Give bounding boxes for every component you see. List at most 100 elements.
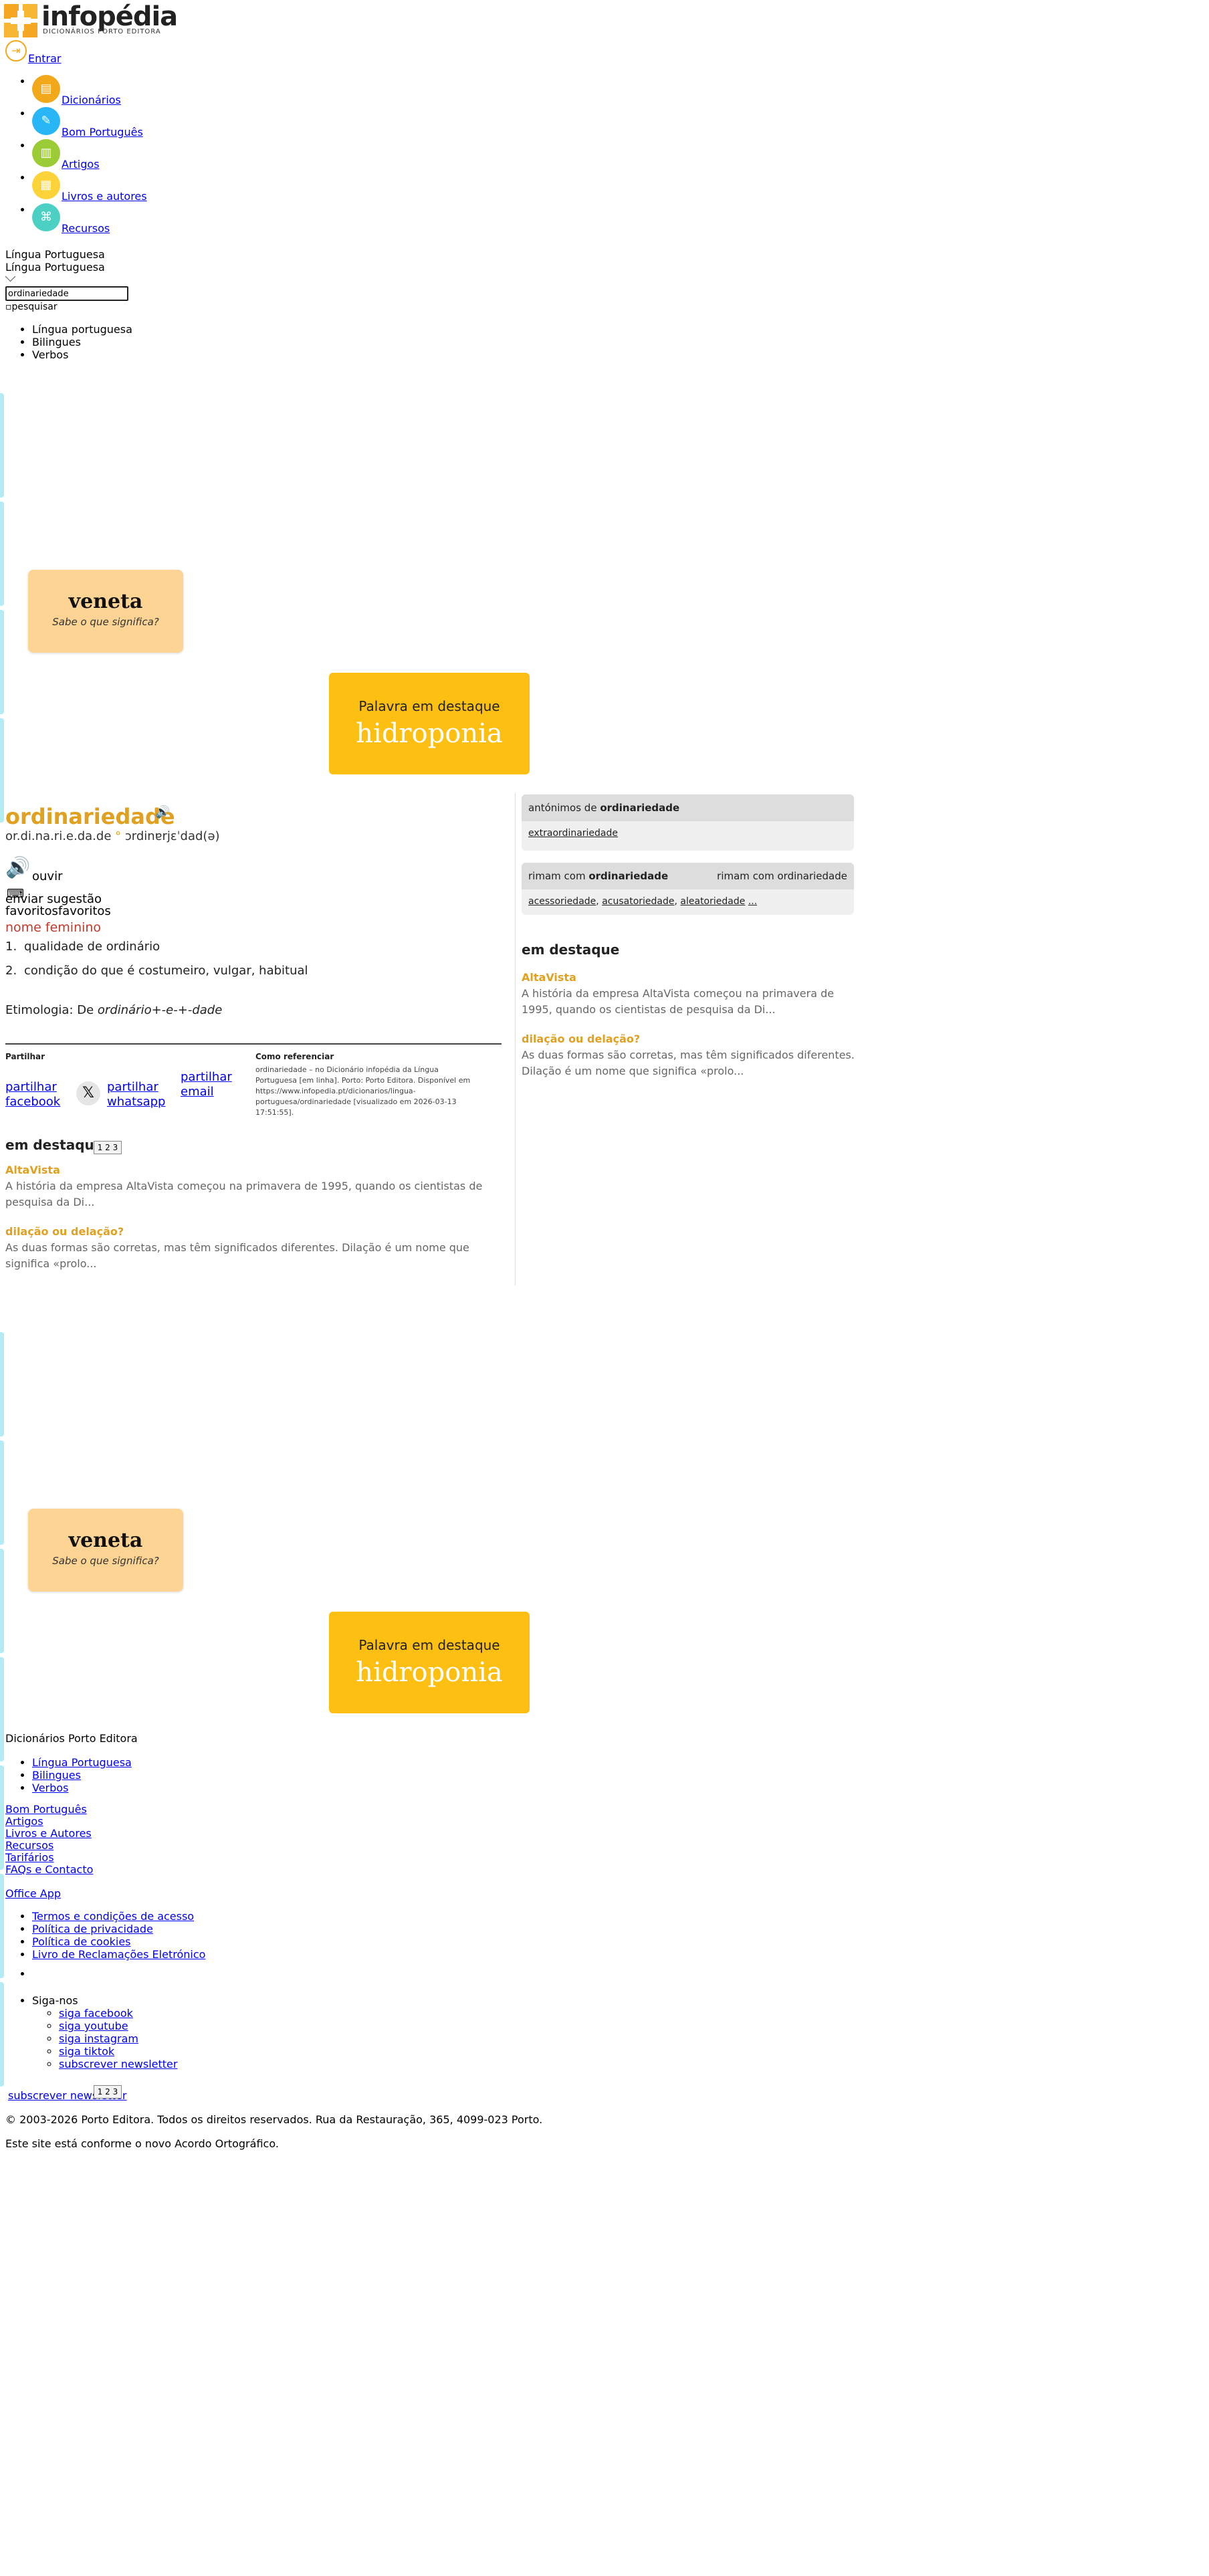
featured-word-card[interactable]: Palavra em destaque hidroponia — [329, 1612, 530, 1713]
footer-legal: Termos e condições de acesso Política de… — [32, 1910, 205, 1961]
side-tab[interactable] — [0, 1982, 4, 2086]
share-whatsapp-link[interactable]: partilhar whatsapp — [107, 1080, 174, 1109]
em-destaque-item-text: A história da empresa AltaVista começou … — [5, 1180, 483, 1208]
copyright: © 2003-2026 Porto Editora. Todos os dire… — [5, 2113, 543, 2126]
em-destaque-item-text: A história da empresa AltaVista começou … — [522, 987, 835, 1016]
legal-link[interactable]: Política de cookies — [32, 1935, 131, 1948]
side-tab[interactable] — [0, 1332, 4, 1436]
footer-link[interactable]: Verbos — [32, 1782, 68, 1794]
legal-link[interactable]: Livro de Reclamações Eletrónico — [32, 1948, 205, 1961]
em-destaque-item-title[interactable]: dilação ou delação? — [522, 1033, 640, 1045]
footer-link[interactable]: Artigos — [5, 1815, 43, 1828]
search-icon: ▫ — [5, 302, 12, 312]
footer-link[interactable]: Bilingues — [32, 1769, 81, 1782]
em-destaque-item-title[interactable]: dilação ou delação? — [5, 1225, 124, 1238]
social-link-instagram[interactable]: siga instagram — [59, 2032, 138, 2045]
favorites-button[interactable]: favoritosfavoritos — [5, 904, 111, 918]
search-input[interactable] — [5, 286, 128, 301]
listen-label[interactable]: ouvir — [32, 869, 62, 883]
footer-link[interactable]: FAQs e Contacto — [5, 1863, 93, 1876]
share-x-icon[interactable]: 𝕏 — [76, 1081, 100, 1105]
word-of-day: veneta — [68, 590, 143, 613]
dictionary-option[interactable]: Bilingues — [32, 336, 132, 348]
em-destaque-title: em destaque — [5, 1137, 104, 1153]
cite-text: ordinariedade – no Dicionário infopédia … — [255, 1065, 471, 1117]
column-divider — [515, 793, 516, 1285]
logo-subtitle: DICIONÁRIOS PORTO EDITORA — [43, 28, 161, 35]
footer-dictionaries: Língua Portuguesa Bilingues Verbos — [32, 1756, 132, 1794]
side-tab[interactable] — [0, 393, 4, 498]
dictionary-list: Língua portuguesa Bilingues Verbos — [32, 323, 132, 361]
side-tab[interactable] — [0, 502, 4, 606]
antonyms-header: antónimos de ordinariedade — [522, 794, 854, 821]
featured-word-label: Palavra em destaque — [358, 698, 500, 714]
follow-label: Siga-nos — [32, 1994, 78, 2007]
edit-icon: ✎ — [32, 107, 60, 135]
dictionary-option[interactable]: Verbos — [32, 348, 132, 361]
em-destaque-item-title[interactable]: AltaVista — [5, 1164, 60, 1176]
em-destaque-item-text: As duas formas são corretas, mas têm sig… — [5, 1241, 469, 1270]
article-icon: ▥ — [32, 139, 60, 167]
share-email-link[interactable]: partilhar email — [181, 1070, 247, 1099]
em-destaque-item-title[interactable]: AltaVista — [522, 971, 576, 984]
syllabification: or.di.na.ri.e.da.de ° ɔrdinɐrjɛˈdad(ə) — [5, 829, 220, 843]
footer-link[interactable]: Bom Português — [5, 1803, 87, 1816]
em-destaque-item-text: As duas formas são corretas, mas têm sig… — [522, 1049, 855, 1077]
word-of-day-card[interactable]: veneta Sabe o que significa? — [28, 1509, 183, 1592]
dictionary-icon: ▤ — [32, 75, 60, 103]
side-tab[interactable] — [0, 1440, 4, 1545]
featured-word: hidroponia — [356, 718, 503, 749]
login-icon[interactable]: ⇥ — [5, 40, 27, 62]
social-link-tiktok[interactable]: siga tiktok — [59, 2045, 114, 2058]
language-select-label[interactable]: Língua Portuguesa — [5, 248, 105, 261]
nav-link-recursos[interactable]: Recursos — [62, 222, 110, 235]
side-tab[interactable] — [0, 610, 4, 714]
books-icon: ▦ — [32, 171, 60, 199]
nav-link-livros[interactable]: Livros e autores — [62, 190, 147, 203]
footer-link[interactable]: Tarifários — [5, 1851, 54, 1864]
nav-link-bom-portugues[interactable]: Bom Português — [62, 126, 143, 138]
search-button[interactable]: ▫pesquisar — [5, 302, 58, 312]
side-tab[interactable] — [0, 718, 4, 823]
nav-link-dicionarios[interactable]: Dicionários — [62, 94, 121, 106]
language-select-value[interactable]: Língua Portuguesa — [5, 261, 105, 274]
social-link-newsletter[interactable]: subscrever newsletter — [59, 2058, 177, 2070]
em-destaque-title-sidebar: em destaque — [522, 942, 620, 958]
resources-icon: ⌘ — [32, 203, 60, 231]
side-tab[interactable] — [0, 1765, 4, 1870]
legal-link[interactable]: Termos e condições de acesso — [32, 1910, 194, 1923]
speaker-icon[interactable]: 🔊 — [155, 805, 170, 819]
footer-empty-list — [32, 1967, 35, 1980]
social-link-youtube[interactable]: siga youtube — [59, 2020, 128, 2032]
antonyms-values: extraordinariedade — [528, 828, 619, 839]
rhymes-image-alt: rimam com ordinariedade — [717, 870, 847, 882]
word-of-day: veneta — [68, 1529, 143, 1552]
dictionary-option[interactable]: Língua portuguesa — [32, 323, 132, 336]
share-title: Partilhar — [5, 1052, 45, 1061]
divider — [5, 1043, 502, 1045]
side-tab[interactable] — [0, 1549, 4, 1653]
share-facebook-link[interactable]: partilhar facebook — [5, 1080, 72, 1109]
listen-speaker-icon[interactable]: 🔊 — [5, 856, 30, 879]
carousel-pager[interactable]: 1 2 3 — [94, 2085, 122, 2099]
office-app-link[interactable]: Office App — [5, 1887, 61, 1900]
side-tab[interactable] — [0, 1657, 4, 1761]
nav-link-artigos[interactable]: Artigos — [62, 158, 100, 171]
empty-item — [32, 1967, 35, 1980]
word-of-day-subtitle: Sabe o que significa? — [52, 616, 159, 628]
social-link-facebook[interactable]: siga facebook — [59, 2007, 133, 2020]
infopedia-logo-icon[interactable] — [4, 4, 37, 37]
footer-link[interactable]: Língua Portuguesa — [32, 1756, 132, 1769]
word-of-day-subtitle: Sabe o que significa? — [52, 1555, 159, 1567]
rhymes-box: rimam com ordinariedade rimam com ordinar… — [522, 863, 854, 915]
legal-link[interactable]: Política de privacidade — [32, 1923, 153, 1935]
login-link[interactable]: Entrar — [28, 52, 61, 65]
word-of-day-card[interactable]: veneta Sabe o que significa? — [28, 570, 183, 653]
featured-word-card[interactable]: Palavra em destaque hidroponia — [329, 673, 530, 774]
side-tab[interactable] — [0, 1874, 4, 1978]
footer-links: Bom Português Artigos Livros e Autores R… — [5, 1804, 93, 1876]
featured-word-label: Palavra em destaque — [358, 1637, 500, 1653]
carousel-pager[interactable]: 1 2 3 — [94, 1141, 122, 1154]
footer-link[interactable]: Recursos — [5, 1839, 53, 1852]
footer-link[interactable]: Livros e Autores — [5, 1827, 92, 1840]
